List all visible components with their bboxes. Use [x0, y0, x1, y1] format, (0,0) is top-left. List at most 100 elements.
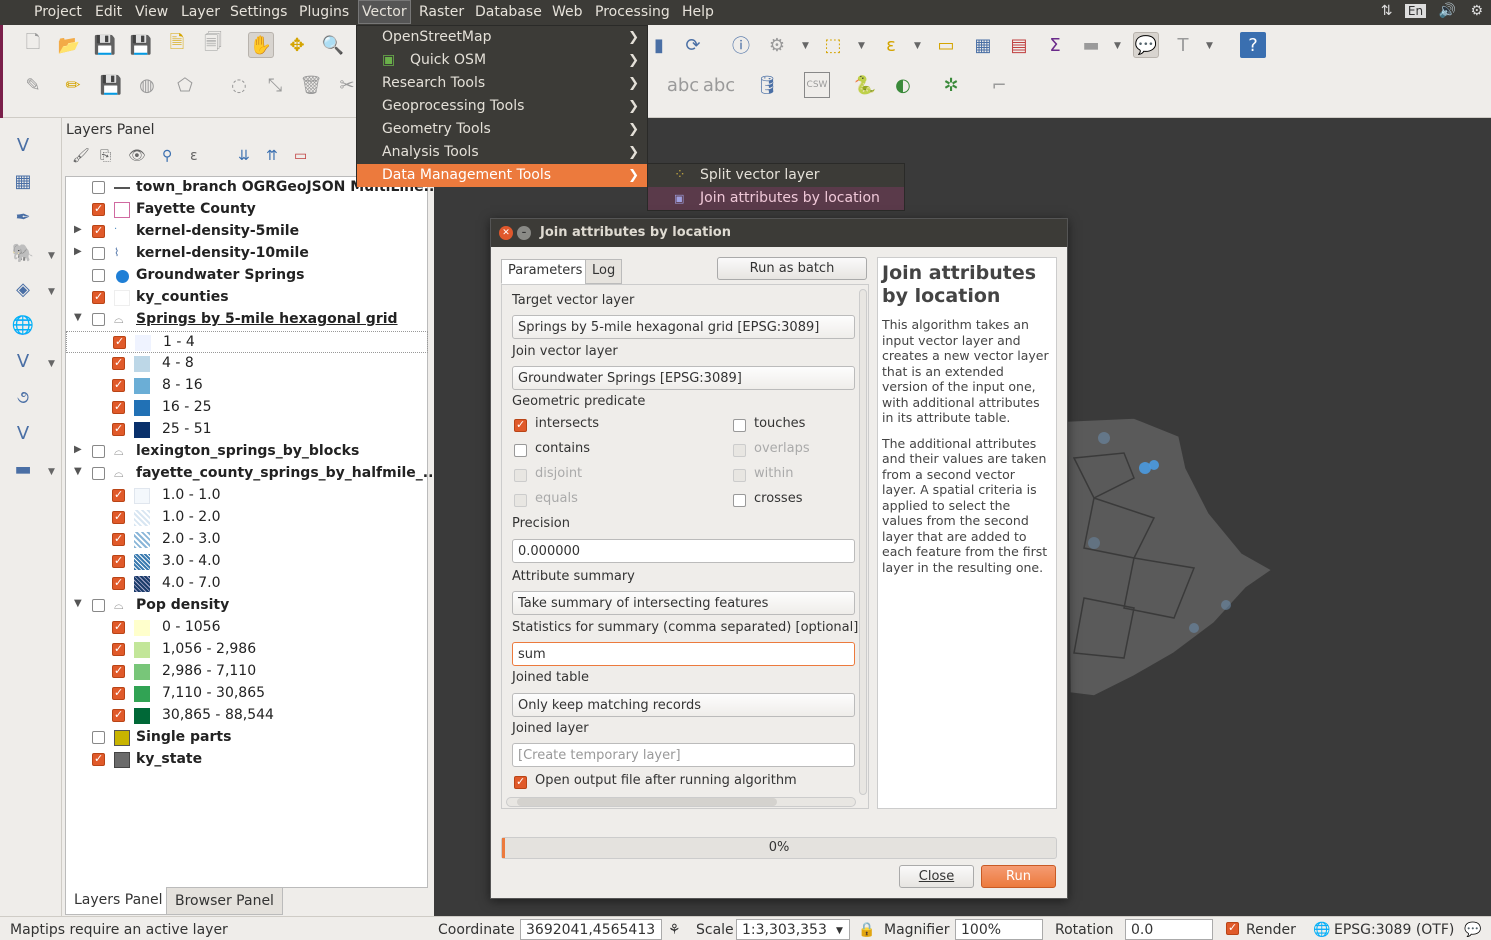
rotation-field[interactable]: 0.0	[1125, 919, 1213, 940]
wfs-dropdown-icon[interactable]: ▼	[48, 359, 55, 369]
add-group-icon[interactable]: ⎘	[100, 148, 111, 164]
layer-checkbox[interactable]	[92, 269, 105, 282]
lock-scale-icon[interactable]: 🔒	[858, 922, 875, 938]
precision-input[interactable]: 0.000000	[512, 539, 855, 563]
class-checkbox[interactable]	[113, 335, 126, 349]
save-project-icon[interactable]: 💾	[92, 32, 118, 58]
coordinate-field[interactable]: 3692041,4565413	[520, 919, 662, 940]
move-label-icon[interactable]: abc	[703, 72, 735, 98]
menu-view[interactable]: View	[135, 4, 168, 20]
menu-item-join-attributes-by-location[interactable]: ▣ Join attributes by location	[648, 187, 904, 210]
crs-globe-icon[interactable]: 🌐	[1313, 922, 1330, 938]
legend-class-row[interactable]: 16 - 25	[66, 397, 426, 419]
layer-row[interactable]: Single parts	[66, 727, 426, 749]
layer-row[interactable]: ▼ ⌓ Springs by 5-mile hexagonal grid	[66, 309, 426, 331]
menu-vector[interactable]: Vector	[358, 0, 411, 24]
delete-selected-icon[interactable]: 🗑	[298, 72, 324, 98]
add-virtual-layer-icon[interactable]: ૭	[10, 384, 36, 410]
new-print-layout-icon[interactable]: 🗎	[164, 32, 190, 58]
menu-raster[interactable]: Raster	[419, 4, 464, 20]
layer-row[interactable]: Fayette County	[66, 199, 426, 221]
class-checkbox[interactable]	[112, 708, 125, 722]
scale-field[interactable]: 1:3,303,353	[736, 919, 850, 940]
add-wfs-icon[interactable]: V	[10, 348, 36, 374]
select-by-expression-icon[interactable]: ε	[878, 32, 904, 58]
menu-item-research-tools[interactable]: Research Tools ❯	[357, 72, 647, 95]
measure-dropdown-icon[interactable]: ▼	[1114, 41, 1121, 51]
menu-database[interactable]: Database	[475, 4, 542, 20]
legend-class-row[interactable]: 1,056 - 2,986	[66, 639, 426, 661]
select-dropdown-icon[interactable]: ▼	[858, 41, 865, 51]
open-project-icon[interactable]: 📂	[56, 32, 82, 58]
new-temporary-layer-icon[interactable]: ▬	[10, 456, 36, 482]
current-edits-icon[interactable]: ✎	[20, 72, 46, 98]
text-annotation-icon[interactable]: T	[1170, 32, 1196, 58]
vertical-scrollbar[interactable]	[859, 289, 867, 795]
layer-checkbox[interactable]	[92, 752, 105, 766]
layer-checkbox[interactable]	[92, 290, 105, 304]
add-raster-layer-icon[interactable]: ▦	[10, 168, 36, 194]
legend-class-row[interactable]: 1.0 - 1.0	[66, 485, 426, 507]
menu-web[interactable]: Web	[552, 4, 583, 20]
save-as-icon[interactable]: 💾	[128, 32, 154, 58]
layer-row[interactable]: Groundwater Springs	[66, 265, 426, 287]
select-features-icon[interactable]: ⬚	[820, 32, 846, 58]
keyboard-language[interactable]: En	[1404, 4, 1427, 18]
field-calculator-icon[interactable]: ▤	[1006, 32, 1032, 58]
filter-expression-icon[interactable]: ε	[190, 148, 198, 164]
node-tool-icon[interactable]: ⤡	[262, 72, 288, 98]
class-checkbox[interactable]	[112, 378, 125, 392]
menu-edit[interactable]: Edit	[95, 4, 122, 20]
layer-checkbox[interactable]	[92, 313, 105, 326]
new-layer-dropdown-icon[interactable]: ▼	[48, 467, 55, 477]
spatialite-dropdown-icon[interactable]: ▼	[48, 287, 55, 297]
joined-layer-input[interactable]: [Create temporary layer]	[512, 743, 855, 767]
menu-item-quick-osm[interactable]: ▣ Quick OSM ❯	[357, 49, 647, 72]
layer-checkbox[interactable]	[92, 445, 105, 458]
menu-item-data-management-tools[interactable]: Data Management Tools ❯	[357, 164, 647, 187]
action-icon[interactable]: ⚙	[764, 32, 790, 58]
close-button[interactable]: Close	[899, 865, 974, 888]
collapse-arrow-icon[interactable]: ▼	[74, 598, 82, 609]
layer-checkbox[interactable]	[92, 599, 105, 612]
class-checkbox[interactable]	[112, 576, 125, 590]
filter-legend-icon[interactable]: ⚲	[162, 148, 172, 164]
layer-row[interactable]: ▼ ⌓ fayette_county_springs_by_halfmile_.…	[66, 463, 439, 485]
render-checkbox[interactable]	[1226, 921, 1239, 935]
magnifier-field[interactable]: 100%	[955, 919, 1043, 940]
tab-layers-panel[interactable]: Layers Panel	[65, 887, 172, 915]
legend-class-row[interactable]: 3.0 - 4.0	[66, 551, 426, 573]
add-feature-icon[interactable]: ◍	[134, 72, 160, 98]
zoom-in-icon[interactable]: 🔍	[320, 32, 346, 58]
manage-visibility-icon[interactable]: 👁	[128, 148, 146, 164]
pan-to-selection-icon[interactable]: ✥	[284, 32, 310, 58]
new-project-icon[interactable]: 🗋	[20, 32, 46, 58]
class-checkbox[interactable]	[112, 488, 125, 502]
minimize-window-icon[interactable]: –	[517, 226, 531, 240]
legend-class-row[interactable]: 1 - 4	[66, 331, 428, 353]
target-layer-select[interactable]: Springs by 5-mile hexagonal grid [EPSG:3…	[512, 315, 855, 339]
class-checkbox[interactable]	[112, 356, 125, 370]
menu-item-geometry-tools[interactable]: Geometry Tools ❯	[357, 118, 647, 141]
horizontal-scrollbar[interactable]	[506, 797, 856, 807]
class-checkbox[interactable]	[112, 422, 125, 436]
move-feature-icon[interactable]: ◌	[226, 72, 252, 98]
class-checkbox[interactable]	[112, 554, 125, 568]
expand-all-icon[interactable]: ⇊	[238, 148, 250, 164]
tab-browser-panel[interactable]: Browser Panel	[166, 887, 283, 915]
new-shapefile-icon[interactable]: V	[10, 420, 36, 446]
layer-row[interactable]: ky_state	[66, 749, 426, 771]
expression-dropdown-icon[interactable]: ▼	[914, 41, 921, 51]
zoom-last-icon[interactable]: ▮	[646, 32, 672, 58]
layer-row[interactable]: ▶ · kernel-density-5mile	[66, 221, 426, 243]
menu-item-analysis-tools[interactable]: Analysis Tools ❯	[357, 141, 647, 164]
toggle-editing-icon[interactable]: ✏	[60, 72, 86, 98]
add-spatialite-icon[interactable]: ◈	[10, 276, 36, 302]
save-edits-icon[interactable]: 💾	[98, 72, 124, 98]
layer-checkbox[interactable]	[92, 247, 105, 260]
messages-icon[interactable]: 💬	[1464, 922, 1481, 938]
layer-checkbox[interactable]	[92, 224, 105, 238]
menu-plugins[interactable]: Plugins	[299, 4, 349, 20]
open-output-checkbox[interactable]	[514, 775, 527, 789]
identify-icon[interactable]: ⓘ	[728, 32, 754, 58]
